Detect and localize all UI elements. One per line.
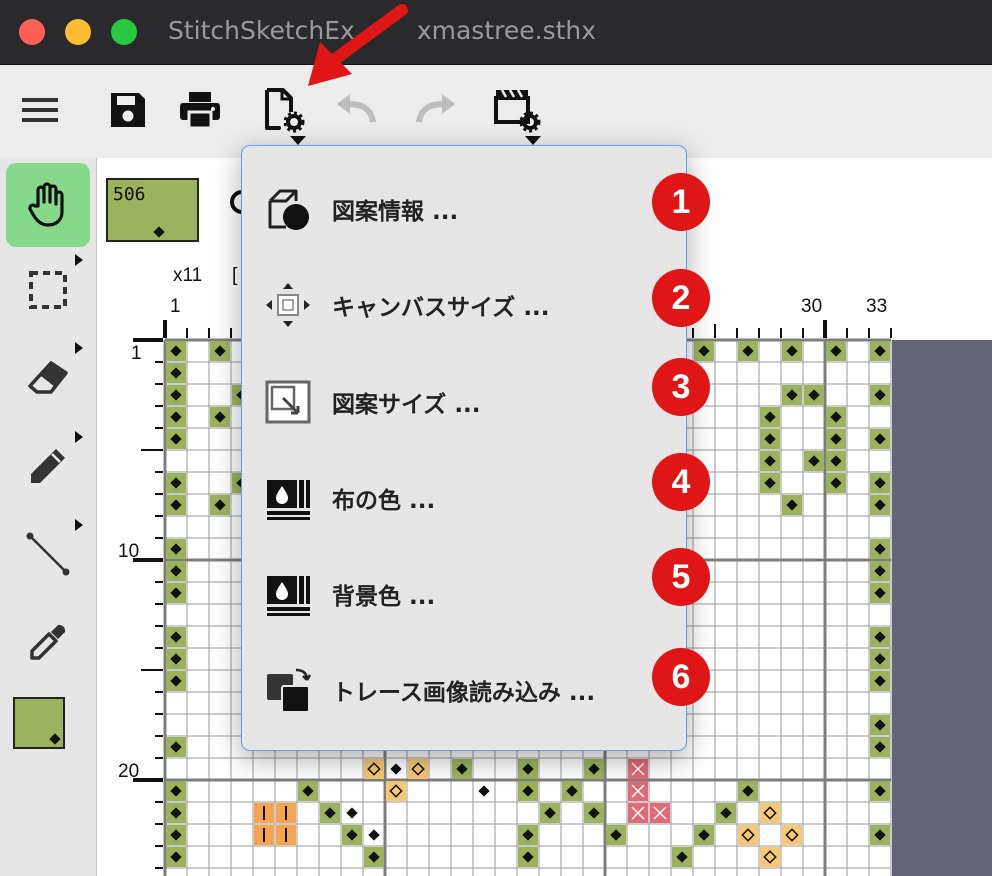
menu-item-label: 布の色 ... [332, 488, 436, 514]
annotation-badge-4: 4 [652, 453, 710, 511]
menu-item-label: 図案情報 ... [332, 199, 459, 225]
annotation-badge-3: 3 [652, 358, 710, 416]
ruler-left-label-20: 20 [118, 761, 140, 782]
stitch-cell [364, 759, 384, 779]
stitch-symbol [478, 785, 490, 797]
annotation-badge-2: 2 [652, 269, 710, 327]
ruler-top-label-1: 1 [170, 296, 181, 317]
annotation-badge-5: 5 [652, 548, 710, 606]
menu-item-canvas-size[interactable]: キャンバスサイズ ... [242, 257, 688, 351]
menu-item-label: 図案サイズ ... [332, 392, 481, 418]
pattern-size-icon [265, 380, 311, 424]
menu-item-load-trace-image[interactable]: トレース画像読み込み ... [242, 642, 688, 736]
canvas-size-icon [266, 283, 310, 327]
background-color-icon [267, 576, 310, 616]
stitch-symbol [368, 829, 380, 841]
pattern-info-icon [268, 189, 309, 230]
menu-item-label: トレース画像読み込み ... [332, 680, 596, 706]
stitch-cell [782, 825, 802, 845]
menu-item-pattern-info[interactable]: 図案情報 ... [242, 161, 688, 255]
menu-item-pattern-size[interactable]: 図案サイズ ... [242, 354, 688, 448]
annotation-badge-1: 1 [652, 173, 710, 231]
stitch-cell [408, 759, 428, 779]
ruler-top-label-33: 33 [866, 296, 888, 317]
menu-item-background-color[interactable]: 背景色 ... [242, 546, 688, 640]
annotation-badge-6: 6 [652, 648, 710, 706]
stitch-cell [760, 847, 780, 867]
fabric-color-icon [267, 480, 310, 520]
stitch-cell [760, 803, 780, 823]
stitch-cell [386, 781, 406, 801]
annotation-arrow-icon [308, 4, 408, 86]
ruler-top-label-30: 30 [801, 296, 823, 317]
menu-item-label: キャンバスサイズ ... [332, 295, 550, 321]
document-settings-menu: 図案情報 ... キャンバスサイズ ... 図案サイズ ... 布の色 ... … [241, 145, 687, 751]
ruler-left-label-10: 10 [118, 541, 140, 562]
trace-image-icon [267, 668, 312, 713]
stitch-cell [738, 825, 758, 845]
menu-item-label: 背景色 ... [332, 584, 436, 610]
ruler-left-label-1: 1 [131, 343, 142, 364]
stitch-symbol [346, 807, 358, 819]
stitch-symbol [390, 763, 402, 775]
outside-canvas-area [892, 340, 992, 876]
menu-item-fabric-color[interactable]: 布の色 ... [242, 450, 688, 544]
